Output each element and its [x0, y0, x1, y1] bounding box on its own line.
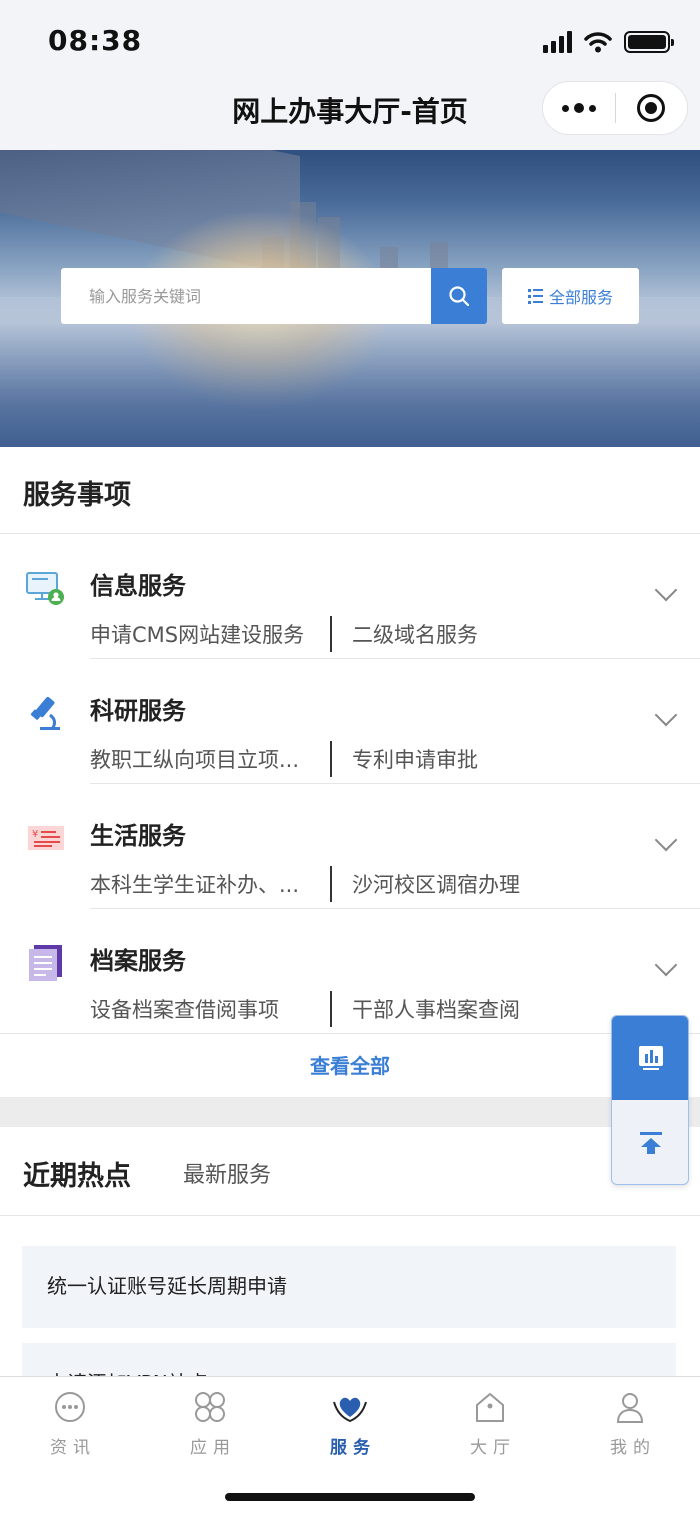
apps-grid-icon: [192, 1389, 228, 1425]
service-subitems: 申请CMS网站建设服务 二级域名服务: [90, 616, 478, 652]
subitem-divider: [330, 866, 332, 902]
service-subitem[interactable]: 本科生学生证补办、...: [90, 869, 320, 899]
service-subitems: 教职工纵向项目立项... 专利申请审批: [90, 741, 478, 777]
all-services-label: 全部服务: [548, 288, 613, 307]
nav-bar: 网上办事大厅-首页: [0, 81, 700, 150]
chat-bubble-icon: [52, 1389, 88, 1425]
heart-hands-icon: [332, 1389, 368, 1425]
services-section-header: 服务事项: [0, 447, 700, 534]
service-name: 档案服务: [90, 947, 186, 975]
chevron-down-icon[interactable]: [654, 953, 678, 977]
house-icon: [472, 1389, 508, 1425]
tab-mine[interactable]: 我的: [560, 1389, 700, 1458]
service-category-archive[interactable]: 档案服务 设备档案查借阅事项 干部人事档案查阅: [0, 909, 700, 1034]
service-category-info[interactable]: 信息服务 申请CMS网站建设服务 二级域名服务: [0, 534, 700, 659]
all-services-button[interactable]: 全部服务: [502, 268, 639, 324]
service-name: 信息服务: [90, 572, 186, 600]
tab-recent-hot[interactable]: 近期热点: [23, 1154, 131, 1193]
search-input[interactable]: [61, 268, 431, 324]
service-subitem[interactable]: 干部人事档案查阅: [352, 994, 520, 1024]
status-time: 08:38: [48, 24, 143, 57]
service-subitem[interactable]: 申请CMS网站建设服务: [90, 619, 320, 649]
service-name: 生活服务: [90, 822, 186, 850]
document-icon: [29, 945, 62, 981]
floating-actions: [611, 1015, 689, 1185]
chevron-down-icon[interactable]: [654, 828, 678, 852]
tab-services[interactable]: 服务: [280, 1389, 420, 1458]
service-name: 科研服务: [90, 697, 186, 725]
svg-text:¥: ¥: [32, 829, 38, 840]
subitem-divider: [330, 991, 332, 1027]
hot-section-header: 近期热点 最新服务: [0, 1127, 700, 1216]
statistics-button[interactable]: [612, 1016, 688, 1100]
service-subitem[interactable]: 专利申请审批: [352, 744, 478, 774]
section-title: 服务事项: [23, 480, 131, 511]
chevron-down-icon[interactable]: [654, 578, 678, 602]
status-bar: 08:38: [0, 0, 700, 84]
tab-label: 应用: [190, 1438, 236, 1458]
tab-hall[interactable]: 大厅: [420, 1389, 560, 1458]
search-box: [61, 268, 431, 324]
service-subitem[interactable]: 设备档案查借阅事项: [90, 994, 320, 1024]
user-icon: [612, 1389, 648, 1425]
wifi-icon: [584, 32, 612, 53]
tab-label: 资讯: [50, 1438, 96, 1458]
microscope-icon: [30, 696, 60, 730]
tab-label: 大厅: [470, 1438, 516, 1458]
battery-icon: [624, 31, 674, 53]
close-mini-program-button[interactable]: [616, 94, 688, 122]
subitem-divider: [330, 741, 332, 777]
more-options-button[interactable]: [543, 103, 615, 113]
tab-label: 我的: [610, 1438, 656, 1458]
search-button[interactable]: [431, 268, 487, 324]
service-subitem[interactable]: 沙河校区调宿办理: [352, 869, 520, 899]
service-subitem[interactable]: 二级域名服务: [352, 619, 478, 649]
tab-latest-services[interactable]: 最新服务: [183, 1157, 271, 1189]
list-icon: [528, 289, 543, 304]
status-icons: [543, 28, 674, 56]
target-icon: [637, 94, 666, 122]
computer-user-icon: [26, 572, 64, 605]
service-subitem[interactable]: 教职工纵向项目立项...: [90, 744, 320, 774]
home-indicator: [225, 1493, 475, 1501]
back-to-top-button[interactable]: [612, 1100, 688, 1184]
tab-label: 服务: [330, 1438, 376, 1458]
chevron-down-icon[interactable]: [654, 703, 678, 727]
view-all-link[interactable]: 查看全部: [0, 1033, 700, 1097]
subitem-divider: [330, 616, 332, 652]
mini-program-capsule: [542, 81, 688, 135]
tab-apps[interactable]: 应用: [140, 1389, 280, 1458]
service-subitems: 设备档案查借阅事项 干部人事档案查阅: [90, 991, 520, 1027]
yuan-receipt-icon: ¥: [28, 826, 64, 850]
signal-icon: [543, 31, 572, 53]
bar-chart-icon: [639, 1046, 663, 1070]
arrow-up-to-top-icon: [640, 1132, 662, 1154]
tab-news[interactable]: 资讯: [0, 1389, 140, 1458]
service-subitems: 本科生学生证补办、... 沙河校区调宿办理: [90, 866, 520, 902]
service-category-research[interactable]: 科研服务 教职工纵向项目立项... 专利申请审批: [0, 659, 700, 784]
section-spacer: [0, 1097, 700, 1127]
hot-list-item[interactable]: 统一认证账号延长周期申请: [22, 1246, 676, 1328]
search-icon: [449, 286, 470, 307]
service-category-life[interactable]: ¥ 生活服务 本科生学生证补办、... 沙河校区调宿办理: [0, 784, 700, 909]
